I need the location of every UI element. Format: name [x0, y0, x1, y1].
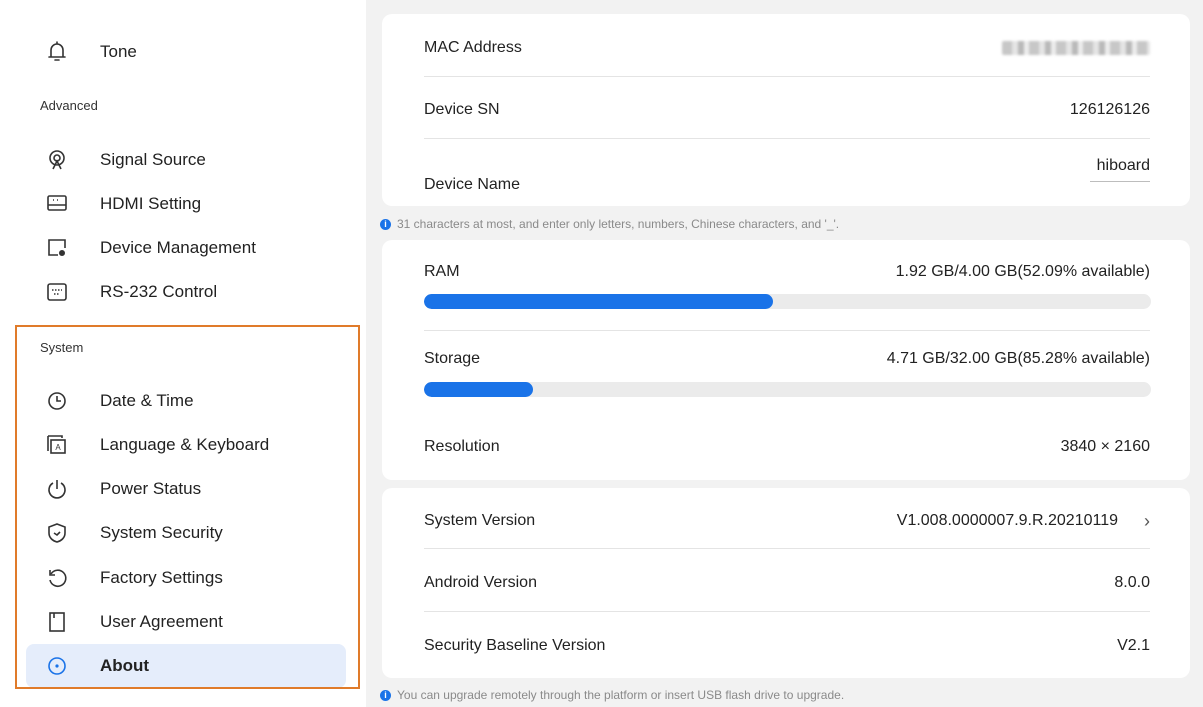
ram-usage-fill: [424, 294, 773, 309]
upgrade-hint: i You can upgrade remotely through the p…: [380, 688, 844, 702]
divider: [424, 138, 1150, 139]
storage-usage-bar: [424, 382, 1151, 397]
device-sn-value: 126126126: [1069, 101, 1150, 118]
sidebar-item-label: Device Management: [100, 238, 256, 257]
divider: [424, 76, 1150, 77]
sidebar-item-tone[interactable]: Tone: [26, 30, 346, 74]
resources-card: RAM 1.92 GB/4.00 GB(52.09% available) St…: [382, 240, 1190, 480]
ram-value: 1.92 GB/4.00 GB(52.09% available): [895, 263, 1150, 280]
settings-sidebar: Tone Advanced Signal Source HDMI Setting…: [0, 0, 366, 707]
storage-label: Storage: [424, 350, 481, 367]
security-baseline-label: Security Baseline Version: [424, 637, 606, 654]
sidebar-item-label: Signal Source: [100, 150, 206, 169]
storage-usage-fill: [424, 382, 534, 397]
device-name-label: Device Name: [424, 176, 521, 193]
storage-value: 4.71 GB/32.00 GB(85.28% available): [886, 350, 1150, 367]
security-baseline-value: V2.1: [1117, 637, 1150, 654]
security-baseline-row: Security Baseline Version V2.1: [424, 631, 1150, 661]
section-header-advanced: Advanced: [40, 98, 98, 113]
device-name-input[interactable]: hiboard: [1090, 157, 1150, 182]
device-info-card: MAC Address Device SN 126126126 Device N…: [382, 14, 1190, 206]
system-version-label: System Version: [424, 512, 536, 529]
device-sn-label: Device SN: [424, 101, 500, 118]
resolution-row: Resolution 3840 × 2160: [424, 433, 1150, 461]
signal-source-icon: [44, 147, 70, 173]
version-card: System Version V1.008.0000007.9.R.202101…: [382, 488, 1190, 678]
device-name-hint: i 31 characters at most, and enter only …: [380, 217, 839, 231]
mac-address-row: MAC Address: [424, 32, 1150, 64]
divider: [424, 330, 1150, 331]
sidebar-item-label: Tone: [100, 42, 137, 61]
info-icon: i: [380, 689, 391, 701]
resolution-label: Resolution: [424, 438, 500, 455]
device-sn-row: Device SN 126126126: [424, 94, 1150, 126]
mac-address-value-redacted: [1002, 41, 1150, 55]
sidebar-item-hdmi-setting[interactable]: HDMI Setting: [26, 182, 346, 226]
rs232-icon: [44, 279, 70, 305]
android-version-label: Android Version: [424, 574, 537, 591]
system-version-value: V1.008.0000007.9.R.20210119: [896, 512, 1118, 529]
info-icon: i: [380, 218, 391, 230]
device-name-row: Device Name hiboard: [424, 150, 1150, 194]
system-version-row[interactable]: System Version V1.008.0000007.9.R.202101…: [424, 506, 1150, 536]
ram-usage-bar: [424, 294, 1151, 309]
sidebar-item-rs232-control[interactable]: RS-232 Control: [26, 270, 346, 314]
system-section-highlight: [15, 325, 360, 689]
divider: [424, 548, 1150, 549]
storage-row: Storage 4.71 GB/32.00 GB(85.28% availabl…: [424, 345, 1150, 373]
mac-address-label: MAC Address: [424, 39, 522, 56]
sidebar-item-label: HDMI Setting: [100, 194, 202, 213]
upgrade-hint-text: You can upgrade remotely through the pla…: [397, 688, 845, 702]
about-panel: MAC Address Device SN 126126126 Device N…: [366, 0, 1203, 707]
android-version-row: Android Version 8.0.0: [424, 568, 1150, 598]
ram-row: RAM 1.92 GB/4.00 GB(52.09% available): [424, 258, 1150, 286]
chevron-right-icon: ›: [1144, 510, 1150, 531]
divider: [424, 611, 1150, 612]
android-version-value: 8.0.0: [1114, 574, 1150, 591]
resolution-value: 3840 × 2160: [1060, 438, 1150, 455]
bell-icon: [44, 39, 70, 65]
sidebar-item-signal-source[interactable]: Signal Source: [26, 138, 346, 182]
ram-label: RAM: [424, 263, 460, 280]
device-name-hint-text: 31 characters at most, and enter only le…: [397, 217, 840, 231]
hdmi-icon: [44, 191, 70, 217]
sidebar-item-label: RS-232 Control: [100, 282, 218, 301]
sidebar-item-device-management[interactable]: Device Management: [26, 226, 346, 270]
device-management-icon: [44, 235, 70, 261]
